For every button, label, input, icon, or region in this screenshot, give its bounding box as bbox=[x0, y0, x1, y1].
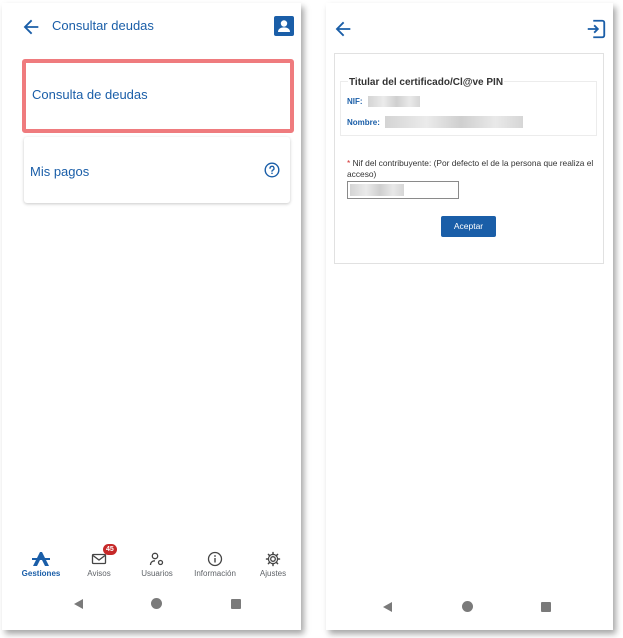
logout-icon[interactable] bbox=[585, 18, 607, 40]
system-navigation-bar bbox=[2, 597, 301, 613]
system-navigation-bar bbox=[326, 600, 613, 616]
users-settings-icon bbox=[149, 552, 164, 566]
nav-item-ajustes[interactable]: Ajustes bbox=[245, 551, 301, 578]
system-back-icon[interactable] bbox=[74, 599, 83, 609]
card-label: Mis pagos bbox=[30, 164, 90, 179]
nav-item-informacion[interactable]: Información bbox=[187, 551, 243, 578]
nombre-label: Nombre: bbox=[347, 118, 380, 127]
right-screen: NIF: Nombre: Titular del certificado/Cl@… bbox=[326, 3, 613, 630]
bottom-navigation: Gestiones 45 Avisos Usuarios Información… bbox=[2, 544, 301, 589]
nav-item-avisos[interactable]: 45 Avisos bbox=[71, 544, 127, 578]
gear-icon bbox=[265, 551, 281, 567]
system-home-icon[interactable] bbox=[151, 598, 162, 609]
required-mark: * bbox=[347, 158, 351, 168]
back-arrow-icon[interactable] bbox=[332, 18, 354, 40]
nav-label: Información bbox=[194, 569, 236, 578]
certificate-holder-box: NIF: Nombre: bbox=[340, 81, 597, 136]
nav-label: Avisos bbox=[87, 569, 111, 578]
app-bar: Consultar deudas bbox=[2, 3, 301, 49]
nif-label: NIF: bbox=[347, 97, 363, 106]
nif-field-label-text: Nif del contribuyente: (Por defecto el d… bbox=[347, 158, 594, 179]
consulta-de-deudas-card[interactable]: Consulta de deudas bbox=[22, 59, 294, 133]
nombre-value-redacted bbox=[385, 116, 523, 128]
card-label: Consulta de deudas bbox=[32, 87, 148, 102]
back-arrow-icon[interactable] bbox=[20, 16, 42, 38]
system-recents-icon[interactable] bbox=[231, 599, 241, 609]
help-icon[interactable] bbox=[264, 162, 280, 178]
nav-item-usuarios[interactable]: Usuarios bbox=[129, 551, 185, 578]
certificate-panel: NIF: Nombre: Titular del certificado/Cl@… bbox=[334, 53, 604, 264]
nif-value-redacted bbox=[368, 96, 420, 107]
system-home-icon[interactable] bbox=[462, 601, 473, 612]
nif-input[interactable] bbox=[347, 181, 459, 199]
system-recents-icon[interactable] bbox=[541, 602, 551, 612]
page-title: Consultar deudas bbox=[52, 18, 154, 33]
system-back-icon[interactable] bbox=[383, 602, 392, 612]
info-icon bbox=[207, 551, 223, 567]
nav-item-gestiones[interactable]: Gestiones bbox=[13, 551, 69, 578]
gestiones-logo-icon bbox=[32, 552, 50, 566]
nif-input-value-redacted bbox=[350, 184, 404, 196]
mis-pagos-card[interactable]: Mis pagos bbox=[24, 137, 290, 203]
nav-label: Gestiones bbox=[21, 569, 61, 578]
nif-field-label: * Nif del contribuyente: (Por defecto el… bbox=[347, 158, 597, 180]
nav-label: Usuarios bbox=[141, 569, 173, 578]
certificate-title: Titular del certificado/Cl@ve PIN bbox=[348, 77, 505, 88]
notification-badge: 45 bbox=[103, 544, 117, 555]
profile-card-icon[interactable] bbox=[274, 16, 294, 36]
nav-label: Ajustes bbox=[259, 569, 287, 578]
left-screen: Consultar deudas Consulta de deudas Mis … bbox=[2, 3, 301, 630]
aceptar-button[interactable]: Aceptar bbox=[441, 216, 496, 237]
